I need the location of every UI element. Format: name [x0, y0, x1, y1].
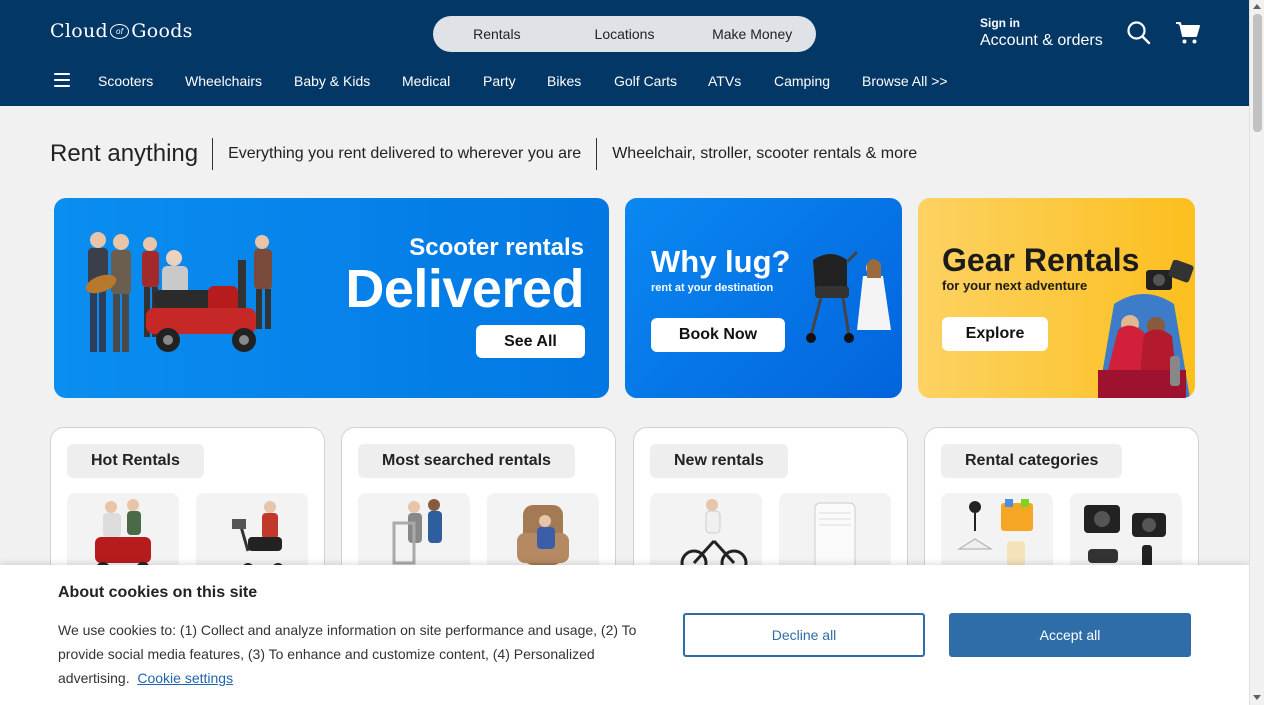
site-header: Cloud of Goods Rentals Locations Make Mo… — [0, 0, 1249, 106]
scrollbar-thumb[interactable] — [1253, 14, 1262, 132]
scroll-up-arrow-icon[interactable] — [1253, 4, 1261, 9]
category-medical[interactable]: Medical — [402, 73, 450, 89]
camping-couple-image — [1098, 260, 1194, 398]
category-atvs[interactable]: ATVs — [708, 73, 741, 89]
account-link[interactable]: Sign in Account & orders — [980, 16, 1103, 50]
category-bikes[interactable]: Bikes — [547, 73, 581, 89]
category-party[interactable]: Party — [483, 73, 516, 89]
search-icon[interactable] — [1126, 20, 1152, 46]
category-camping[interactable]: Camping — [774, 73, 830, 89]
topnav-locations[interactable]: Locations — [561, 26, 689, 42]
cookie-banner: About cookies on this site We use cookie… — [0, 565, 1249, 705]
category-scooters[interactable]: Scooters — [98, 73, 153, 89]
tagline-main: Rent anything — [50, 138, 214, 170]
stroller-mother-image — [806, 250, 891, 343]
cookie-description: We use cookies to: (1) Collect and analy… — [58, 618, 658, 690]
new-rentals-title: New rentals — [650, 444, 788, 478]
category-browse-all[interactable]: Browse All >> — [862, 73, 948, 89]
book-now-button[interactable]: Book Now — [651, 318, 785, 352]
category-wheelchairs[interactable]: Wheelchairs — [185, 73, 262, 89]
tagline-row: Rent anything Everything you rent delive… — [50, 138, 932, 170]
gear-rentals-banner[interactable]: Gear Rentals for your next adventure Exp… — [918, 198, 1195, 398]
scroll-down-arrow-icon[interactable] — [1253, 695, 1261, 700]
category-baby-kids[interactable]: Baby & Kids — [294, 73, 370, 89]
topnav-rentals[interactable]: Rentals — [433, 26, 561, 42]
topnav-make-money[interactable]: Make Money — [688, 26, 816, 42]
why-lug-subtitle: rent at your destination — [651, 282, 774, 294]
why-lug-title: Why lug? — [651, 244, 791, 279]
logo-text-of: of — [109, 23, 130, 39]
cart-icon[interactable] — [1175, 20, 1201, 46]
see-all-button[interactable]: See All — [476, 325, 585, 358]
hamburger-menu-icon[interactable] — [54, 73, 70, 87]
cookie-settings-link[interactable]: Cookie settings — [137, 670, 233, 686]
gear-rentals-subtitle: for your next adventure — [942, 278, 1088, 293]
cookie-title: About cookies on this site — [58, 584, 258, 601]
hot-rentals-title: Hot Rentals — [67, 444, 204, 478]
category-golf-carts[interactable]: Golf Carts — [614, 73, 677, 89]
tagline-rentals: Wheelchair, stroller, scooter rentals & … — [612, 145, 918, 162]
most-searched-title: Most searched rentals — [358, 444, 575, 478]
logo-text-goods: Goods — [131, 20, 193, 42]
scooter-banner-title: Delivered — [345, 259, 584, 319]
rental-categories-title: Rental categories — [941, 444, 1123, 478]
explore-button[interactable]: Explore — [942, 317, 1048, 351]
category-nav: Scooters Wheelchairs Baby & Kids Medical… — [0, 66, 1249, 96]
logo-text-cloud: Cloud — [50, 20, 108, 42]
page-scrollbar[interactable] — [1249, 0, 1264, 705]
account-orders-label: Account & orders — [980, 32, 1103, 49]
site-logo[interactable]: Cloud of Goods — [50, 20, 193, 42]
accept-all-button[interactable]: Accept all — [949, 613, 1191, 657]
decline-all-button[interactable]: Decline all — [683, 613, 925, 657]
seniors-scooter-image — [85, 232, 272, 352]
tagline-delivered: Everything you rent delivered to whereve… — [213, 138, 598, 170]
top-nav-pill: Rentals Locations Make Money — [433, 16, 816, 52]
scooter-banner[interactable]: Scooter rentals Delivered See All — [54, 198, 609, 398]
signin-label: Sign in — [980, 16, 1020, 30]
why-lug-banner[interactable]: Why lug? rent at your destination Book N… — [625, 198, 902, 398]
